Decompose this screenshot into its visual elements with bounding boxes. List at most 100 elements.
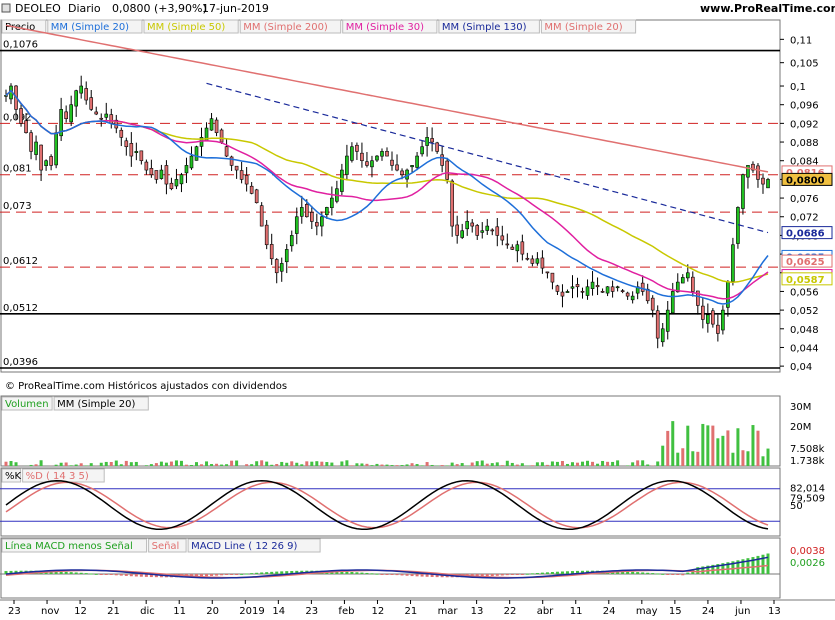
macd-histogram-bar xyxy=(355,572,359,574)
macd-histogram-bar xyxy=(240,573,244,575)
stoch-k-line xyxy=(5,479,769,531)
candle-body xyxy=(304,204,309,218)
candle-body xyxy=(94,111,99,115)
volume-bar xyxy=(380,464,384,466)
candle-body xyxy=(269,244,274,260)
macd-histogram-bar xyxy=(104,574,108,575)
volume-bar xyxy=(395,465,399,466)
volume-bar xyxy=(285,462,289,466)
candle-body xyxy=(445,160,449,180)
volume-bar xyxy=(671,421,675,466)
candle-body xyxy=(209,118,214,131)
volume-bar xyxy=(731,452,735,466)
volume-bar xyxy=(295,462,299,466)
volume-bar xyxy=(149,464,153,466)
volume-bar xyxy=(656,461,660,466)
macd-histogram-bar xyxy=(565,571,569,574)
volume-bar xyxy=(215,463,219,466)
x-tick-label: 20 xyxy=(206,606,219,617)
volume-bar xyxy=(119,464,123,466)
macd-histogram-bar xyxy=(555,571,559,574)
candle-body xyxy=(721,309,725,331)
candle-body xyxy=(670,291,675,314)
volume-bar xyxy=(345,460,349,466)
volume-bar xyxy=(555,461,559,466)
candle-body xyxy=(330,197,334,209)
candle-body xyxy=(525,257,530,260)
volume-bar xyxy=(726,430,730,466)
candle-body xyxy=(74,90,78,107)
macd-histogram-bar xyxy=(651,573,655,575)
volume-bar xyxy=(59,462,63,466)
volume-bar xyxy=(290,461,294,466)
candle-body xyxy=(89,97,94,110)
y-tick-label: 0,04 xyxy=(790,362,812,373)
volume-bar xyxy=(189,464,193,466)
macd-histogram-bar xyxy=(270,571,274,574)
candle-body xyxy=(234,165,239,171)
candle-body xyxy=(400,170,404,176)
macd-histogram-bar xyxy=(79,572,83,574)
candle-body xyxy=(410,165,414,168)
candle-body xyxy=(450,180,454,227)
volume-bar xyxy=(275,464,279,466)
volume-bar xyxy=(340,461,344,466)
volume-bar xyxy=(746,451,750,466)
volume-bar xyxy=(636,460,640,466)
collapse-icon[interactable] xyxy=(1,3,11,13)
macd-axis-label: 0,0038 xyxy=(790,546,825,557)
volume-bar xyxy=(305,461,309,466)
candle-body xyxy=(385,150,389,157)
volume-bar xyxy=(741,450,745,466)
candle-body xyxy=(560,291,565,297)
candle-body xyxy=(665,309,670,332)
volume-bar xyxy=(415,464,419,466)
candle-body xyxy=(189,155,194,169)
macd-histogram-bar xyxy=(540,572,544,574)
volume-bar xyxy=(179,460,183,466)
macd-histogram-bar xyxy=(510,574,514,575)
candle-body xyxy=(119,129,124,138)
candle-body xyxy=(500,235,505,241)
y-tick-label: 0,11 xyxy=(790,35,812,46)
macd-histogram-bar xyxy=(109,574,113,575)
macd-histogram-bar xyxy=(550,572,554,574)
candle-body xyxy=(590,281,595,289)
volume-bar xyxy=(550,461,554,466)
legend-item-label: %K xyxy=(5,471,22,482)
macd-histogram-bar xyxy=(390,574,394,575)
site-label: www.ProRealTime.com xyxy=(700,2,835,15)
volume-bar xyxy=(385,464,389,466)
volume-bar xyxy=(420,465,424,466)
candle-body xyxy=(430,138,434,143)
x-tick-label: abr xyxy=(537,606,554,617)
y-tick-label: 0,096 xyxy=(790,101,819,112)
x-tick-label: 23 xyxy=(8,606,21,617)
candle-body xyxy=(249,185,254,194)
level-label: 0,1076 xyxy=(3,40,38,51)
macd-histogram-bar xyxy=(656,573,660,575)
x-tick-label: 13 xyxy=(768,606,781,617)
macd-histogram-bar xyxy=(375,573,379,575)
candle-body xyxy=(164,165,169,185)
candle-body xyxy=(144,161,149,171)
candle-body xyxy=(239,170,244,180)
macd-histogram-bar xyxy=(89,573,93,575)
candle-body xyxy=(139,150,144,162)
volume-bar xyxy=(470,462,474,466)
stoch-axis-label: 50 xyxy=(790,501,803,512)
legend-item-label: MM (Simple 20) xyxy=(544,22,622,33)
last-value-label: 0,0625 xyxy=(786,257,825,268)
candle-body xyxy=(380,151,384,157)
volume-bar xyxy=(375,463,379,466)
macd-histogram-bar xyxy=(520,574,524,575)
candle-body xyxy=(480,230,485,233)
volume-bar xyxy=(510,462,514,466)
volume-bar xyxy=(766,448,770,466)
volume-bar xyxy=(365,463,369,466)
volume-bar xyxy=(480,460,484,466)
volume-axis-label: 30M xyxy=(790,402,811,413)
candle-body xyxy=(395,164,399,171)
candle-body xyxy=(289,235,294,247)
volume-bar xyxy=(721,435,725,466)
